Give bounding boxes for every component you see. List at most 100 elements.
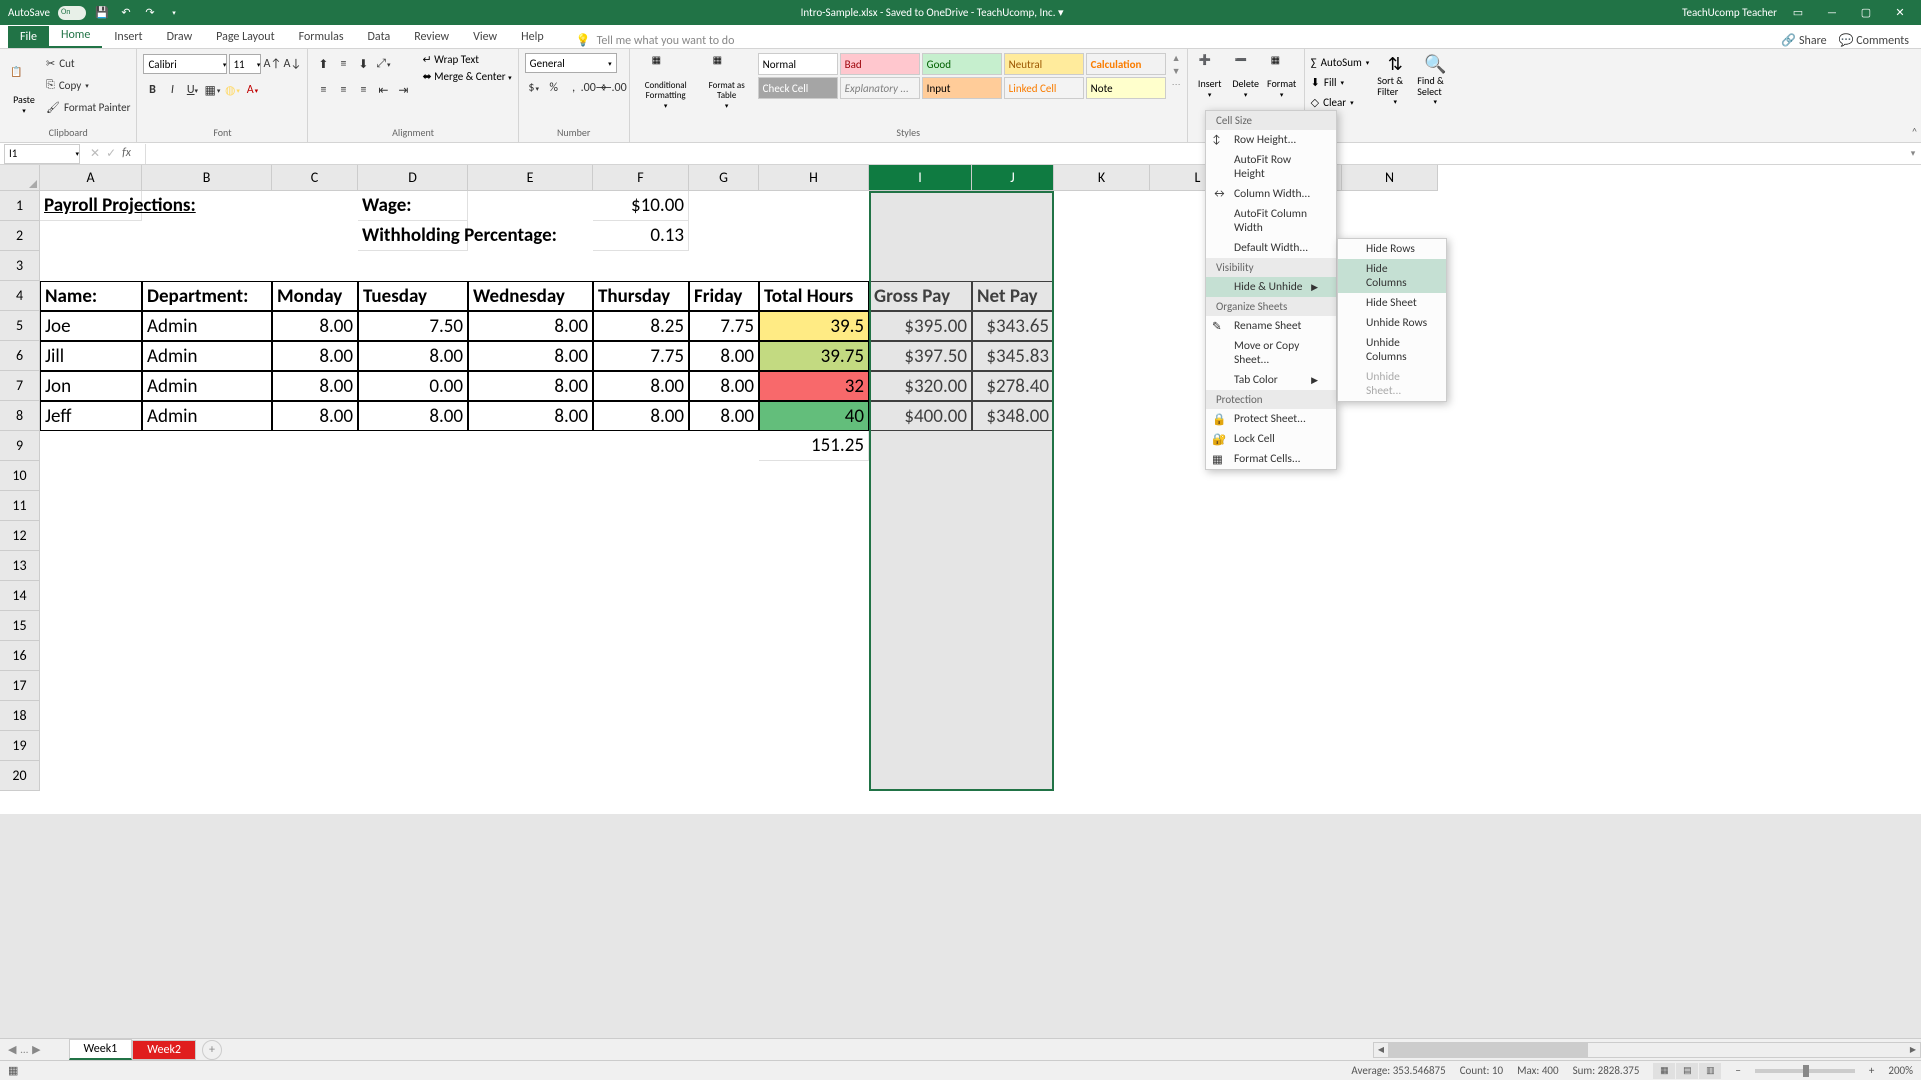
paste-button[interactable]: 📋 Paste▾ (6, 53, 42, 126)
row-header-4[interactable]: 4 (0, 281, 40, 311)
style-input[interactable]: Input (922, 77, 1002, 99)
cell-H9[interactable]: 151.25 (759, 431, 869, 461)
align-middle-icon[interactable]: ≡ (334, 54, 352, 74)
formula-expand-icon[interactable]: ▾ (1905, 148, 1921, 159)
currency-icon[interactable]: $ (525, 78, 543, 98)
new-sheet-button[interactable]: + (202, 1040, 222, 1060)
cell-G5[interactable]: 7.75 (689, 311, 759, 341)
merge-center-button[interactable]: ⬌ Merge & Center ▾ (422, 70, 511, 83)
cell-I7[interactable]: $320.00 (869, 371, 972, 401)
submenu-unhide-rows[interactable]: Unhide Rows (1338, 313, 1446, 333)
sheet-nav-first-icon[interactable]: ◀ (8, 1043, 16, 1056)
menu-lock-cell[interactable]: 🔐Lock Cell (1206, 429, 1336, 449)
row-header-16[interactable]: 16 (0, 641, 40, 671)
decrease-decimal-icon[interactable]: ←.00 (605, 78, 623, 98)
scroll-thumb[interactable] (1388, 1043, 1588, 1057)
cell-I8[interactable]: $400.00 (869, 401, 972, 431)
close-icon[interactable]: ✕ (1887, 3, 1913, 23)
style-note[interactable]: Note (1086, 77, 1166, 99)
align-right-icon[interactable]: ≡ (354, 80, 372, 100)
cell-F8[interactable]: 8.00 (593, 401, 689, 431)
tab-help[interactable]: Help (509, 26, 556, 48)
tab-page-layout[interactable]: Page Layout (204, 26, 286, 48)
zoom-slider[interactable] (1755, 1069, 1855, 1073)
cell-E6[interactable]: 8.00 (468, 341, 593, 371)
undo-icon[interactable]: ↶ (118, 5, 134, 21)
cell-A5[interactable]: Joe (40, 311, 142, 341)
gallery-down-icon[interactable]: ▼ (1172, 66, 1181, 77)
menu-hide-unhide[interactable]: Hide & Unhide▶ (1206, 277, 1336, 297)
bold-button[interactable]: B (143, 80, 161, 100)
spreadsheet-grid[interactable]: ABCDEFGHIJKLMN 1234567891011121314151617… (0, 165, 1921, 814)
row-header-20[interactable]: 20 (0, 761, 40, 791)
underline-button[interactable]: U▾ (183, 80, 201, 100)
increase-font-icon[interactable]: A↑ (263, 54, 281, 74)
fill-button[interactable]: ⬇Fill ▾ (1311, 73, 1370, 91)
percent-icon[interactable]: % (545, 78, 563, 98)
style-explanatory[interactable]: Explanatory ... (840, 77, 920, 99)
view-normal-icon[interactable]: ▦ (1653, 1063, 1675, 1079)
tab-review[interactable]: Review (402, 26, 461, 48)
cell-B6[interactable]: Admin (142, 341, 272, 371)
col-header-I[interactable]: I (869, 165, 972, 191)
cell-A1[interactable]: Payroll Projections: (40, 191, 142, 221)
menu-format-cells[interactable]: ▦Format Cells... (1206, 449, 1336, 469)
font-color-button[interactable]: A (243, 80, 261, 100)
align-center-icon[interactable]: ≡ (334, 80, 352, 100)
format-as-table-button[interactable]: ▦Format as Table▾ (702, 53, 752, 110)
menu-move-copy[interactable]: Move or Copy Sheet... (1206, 336, 1336, 370)
cell-D1[interactable]: Wage: (358, 191, 468, 221)
view-page-break-icon[interactable]: ▥ (1699, 1063, 1721, 1079)
tab-home[interactable]: Home (49, 24, 102, 48)
user-name[interactable]: TeachUcomp Teacher (1682, 6, 1777, 19)
cell-B7[interactable]: Admin (142, 371, 272, 401)
cell-F6[interactable]: 7.75 (593, 341, 689, 371)
fill-color-button[interactable]: ◍ (223, 80, 241, 100)
align-top-icon[interactable]: ⬆ (314, 54, 332, 74)
col-header-H[interactable]: H (759, 165, 869, 191)
cell-I4[interactable]: Gross Pay (869, 281, 972, 311)
style-neutral[interactable]: Neutral (1004, 53, 1084, 75)
cell-I5[interactable]: $395.00 (869, 311, 972, 341)
col-header-D[interactable]: D (358, 165, 468, 191)
orientation-icon[interactable]: ⤢ (374, 54, 392, 74)
cell-A8[interactable]: Jeff (40, 401, 142, 431)
cell-D5[interactable]: 7.50 (358, 311, 468, 341)
tab-view[interactable]: View (461, 26, 509, 48)
align-bottom-icon[interactable]: ⬇ (354, 54, 372, 74)
cell-C5[interactable]: 8.00 (272, 311, 358, 341)
comments-button[interactable]: 💬 Comments (1839, 33, 1909, 48)
tab-file[interactable]: File (8, 26, 49, 48)
cell-A7[interactable]: Jon (40, 371, 142, 401)
row-header-3[interactable]: 3 (0, 251, 40, 281)
tab-formulas[interactable]: Formulas (287, 26, 356, 48)
cell-H6[interactable]: 39.75 (759, 341, 869, 371)
style-bad[interactable]: Bad (840, 53, 920, 75)
style-check-cell[interactable]: Check Cell (758, 77, 838, 99)
style-calculation[interactable]: Calculation (1086, 53, 1166, 75)
italic-button[interactable]: I (163, 80, 181, 100)
zoom-in-icon[interactable]: + (1869, 1064, 1874, 1077)
col-header-F[interactable]: F (593, 165, 689, 191)
row-header-6[interactable]: 6 (0, 341, 40, 371)
cell-G8[interactable]: 8.00 (689, 401, 759, 431)
find-select-button[interactable]: 🔍Find & Select▾ (1417, 53, 1453, 111)
col-header-J[interactable]: J (972, 165, 1054, 191)
indent-decrease-icon[interactable]: ⇤ (374, 80, 392, 100)
cell-G6[interactable]: 8.00 (689, 341, 759, 371)
share-button[interactable]: 🔗 Share (1781, 33, 1826, 48)
cell-F4[interactable]: Thursday (593, 281, 689, 311)
menu-default-width[interactable]: Default Width... (1206, 238, 1336, 258)
submenu-unhide-columns[interactable]: Unhide Columns (1338, 333, 1446, 367)
row-header-10[interactable]: 10 (0, 461, 40, 491)
name-box[interactable]: I1▾ (4, 144, 80, 164)
col-header-A[interactable]: A (40, 165, 142, 191)
gallery-more-icon[interactable]: ⋯ (1172, 79, 1181, 90)
submenu-hide-columns[interactable]: Hide Columns (1338, 259, 1446, 293)
wrap-text-button[interactable]: ↵ Wrap Text (422, 53, 511, 66)
cell-F2[interactable]: 0.13 (593, 221, 689, 251)
style-linked-cell[interactable]: Linked Cell (1004, 77, 1084, 99)
cell-D7[interactable]: 0.00 (358, 371, 468, 401)
indent-increase-icon[interactable]: ⇥ (394, 80, 412, 100)
menu-autofit-row[interactable]: AutoFit Row Height (1206, 150, 1336, 184)
